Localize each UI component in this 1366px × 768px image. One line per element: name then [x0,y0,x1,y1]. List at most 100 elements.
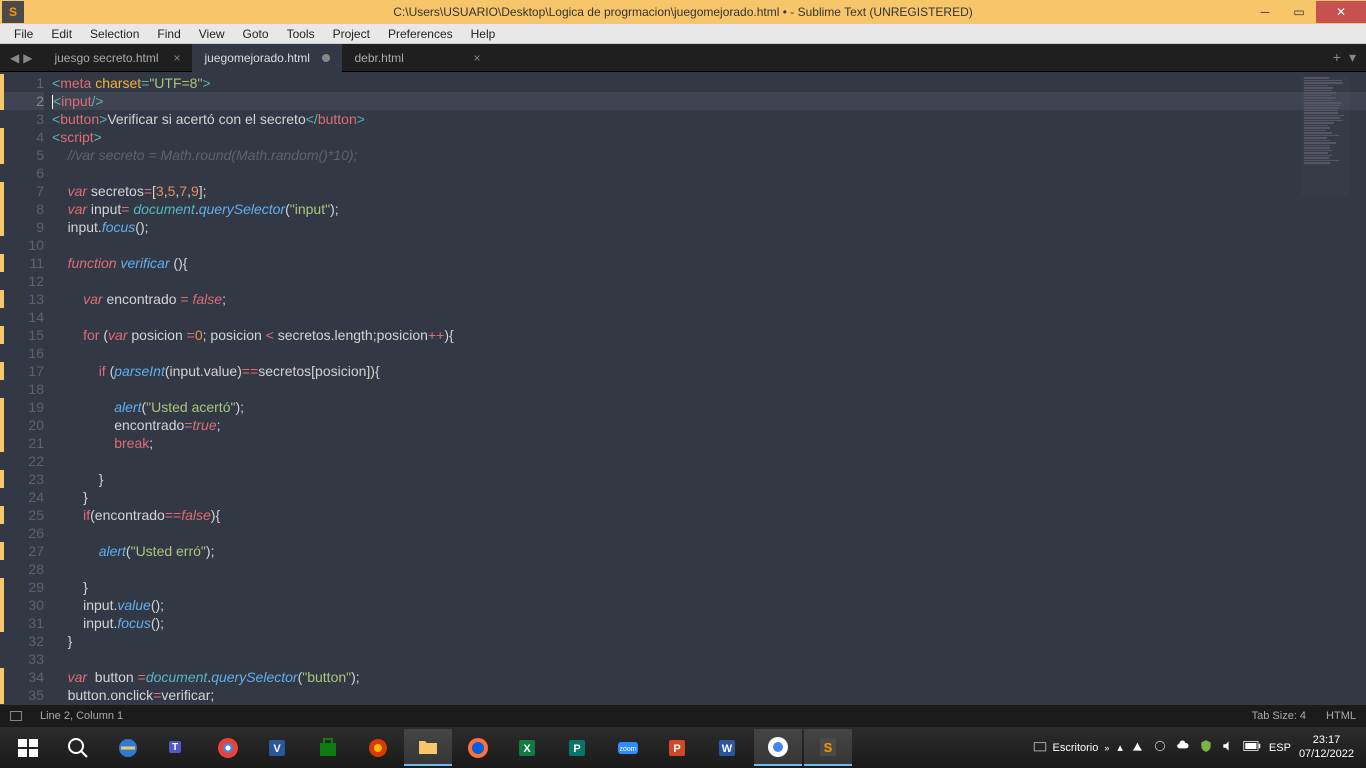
code-line[interactable]: var secretos=[3,5,7,9]; [52,182,1366,200]
code-line[interactable] [52,560,1366,578]
nav-back-icon[interactable]: ◀ [10,51,19,65]
code-line[interactable]: var encontrado = false; [52,290,1366,308]
taskbar-powerpoint[interactable]: P [654,729,702,766]
tab-size-indicator[interactable]: Tab Size: 4 [1252,710,1306,722]
code-line[interactable] [52,272,1366,290]
line-number: 11 [0,254,44,272]
menu-file[interactable]: File [5,25,42,43]
taskbar-search[interactable] [54,729,102,766]
menu-help[interactable]: Help [462,25,505,43]
tab-close-icon[interactable]: × [173,51,180,65]
taskbar-publisher[interactable]: P [554,729,602,766]
editor[interactable]: 1234567891011121314151617181920212223242… [0,72,1366,705]
tray-toolbar[interactable]: Escritorio » [1033,741,1110,755]
nav-forward-icon[interactable]: ▶ [23,51,32,65]
minimap[interactable] [1302,76,1350,196]
taskbar-excel[interactable]: X [504,729,552,766]
code-line[interactable]: encontrado=true; [52,416,1366,434]
tray-antivirus-icon[interactable] [1199,739,1213,756]
maximize-button[interactable]: ▭ [1282,1,1316,23]
code-line[interactable]: <input/> [52,92,1366,110]
code-line[interactable]: <button>Verificar si acertó con el secre… [52,110,1366,128]
code-content[interactable]: <meta charset="UTF=8"><input/><button>Ve… [52,72,1366,705]
new-tab-button[interactable]: + [1333,49,1341,66]
tab-close-icon[interactable]: × [473,51,480,65]
code-line[interactable]: <meta charset="UTF=8"> [52,74,1366,92]
code-line[interactable] [52,164,1366,182]
tray-battery-icon[interactable] [1243,740,1261,755]
menu-project[interactable]: Project [324,25,379,43]
code-line[interactable]: <script> [52,128,1366,146]
tray-keyboard-icon[interactable]: ESP [1269,742,1291,754]
menu-find[interactable]: Find [148,25,189,43]
code-line[interactable]: } [52,470,1366,488]
tray-network-icon[interactable] [1131,739,1145,756]
code-line[interactable] [52,380,1366,398]
tray-overflow-icon[interactable]: ▴ [1117,741,1123,754]
menu-tools[interactable]: Tools [278,25,324,43]
code-line[interactable]: input.value(); [52,596,1366,614]
tray-clock[interactable]: 23:17 07/12/2022 [1299,734,1354,760]
tray-app-icon[interactable] [1153,739,1167,756]
line-number: 31 [0,614,44,632]
svg-text:S: S [824,740,833,755]
titlebar: S C:\Users\USUARIO\Desktop\Logica de pro… [0,0,1366,24]
code-line[interactable] [52,236,1366,254]
code-line[interactable]: var input= document.querySelector("input… [52,200,1366,218]
code-line[interactable] [52,452,1366,470]
code-line[interactable]: } [52,578,1366,596]
code-line[interactable]: break; [52,434,1366,452]
taskbar-store[interactable] [304,729,352,766]
taskbar-chrome[interactable] [204,729,252,766]
syntax-indicator[interactable]: HTML [1326,710,1356,722]
minimize-button[interactable]: ─ [1248,1,1282,23]
code-line[interactable]: function verificar (){ [52,254,1366,272]
code-line[interactable]: input.focus(); [52,614,1366,632]
tray-date: 07/12/2022 [1299,748,1354,761]
code-line[interactable] [52,308,1366,326]
line-number: 5 [0,146,44,164]
taskbar-explorer[interactable] [404,729,452,766]
code-line[interactable]: var button =document.querySelector("butt… [52,668,1366,686]
code-line[interactable] [52,650,1366,668]
code-line[interactable]: } [52,488,1366,506]
menu-view[interactable]: View [190,25,234,43]
taskbar-firefox[interactable] [454,729,502,766]
panel-switcher-icon[interactable] [10,711,22,721]
taskbar-word[interactable]: W [704,729,752,766]
tab-juegomejorado-html[interactable]: juegomejorado.html [192,44,342,72]
menu-edit[interactable]: Edit [42,25,81,43]
start-button[interactable] [4,729,52,766]
code-line[interactable]: alert("Usted erró"); [52,542,1366,560]
code-line[interactable] [52,344,1366,362]
code-line[interactable]: alert("Usted acertó"); [52,398,1366,416]
code-line[interactable]: //var secreto = Math.round(Math.random()… [52,146,1366,164]
line-number: 2 [0,92,44,110]
tab-menu-button[interactable]: ▾ [1349,49,1356,66]
code-line[interactable]: } [52,632,1366,650]
tray-onedrive-icon[interactable] [1175,739,1191,756]
code-line[interactable] [52,524,1366,542]
code-line[interactable]: if(encontrado==false){ [52,506,1366,524]
taskbar-photos[interactable] [354,729,402,766]
line-number: 6 [0,164,44,182]
menu-preferences[interactable]: Preferences [379,25,462,43]
tray-volume-icon[interactable] [1221,739,1235,756]
taskbar-ie[interactable] [104,729,152,766]
code-line[interactable]: for (var posicion =0; posicion < secreto… [52,326,1366,344]
code-line[interactable]: button.onclick=verificar; [52,686,1366,704]
taskbar-chrome-2[interactable] [754,729,802,766]
taskbar-teams[interactable]: T [154,729,202,766]
close-button[interactable]: ✕ [1316,1,1366,23]
tab-juesgo-secreto-html[interactable]: juesgo secreto.html× [42,44,192,72]
svg-text:zoom: zoom [619,746,636,753]
menu-selection[interactable]: Selection [81,25,148,43]
code-line[interactable]: if (parseInt(input.value)==secretos[posi… [52,362,1366,380]
taskbar-zoom[interactable]: zoom [604,729,652,766]
tab-debr-html[interactable]: debr.html× [342,44,492,72]
taskbar-visio[interactable]: V [254,729,302,766]
menu-goto[interactable]: Goto [234,25,278,43]
tray-toolbar-chevron-icon[interactable]: » [1104,743,1109,753]
taskbar-sublime[interactable]: S [804,729,852,766]
code-line[interactable]: input.focus(); [52,218,1366,236]
